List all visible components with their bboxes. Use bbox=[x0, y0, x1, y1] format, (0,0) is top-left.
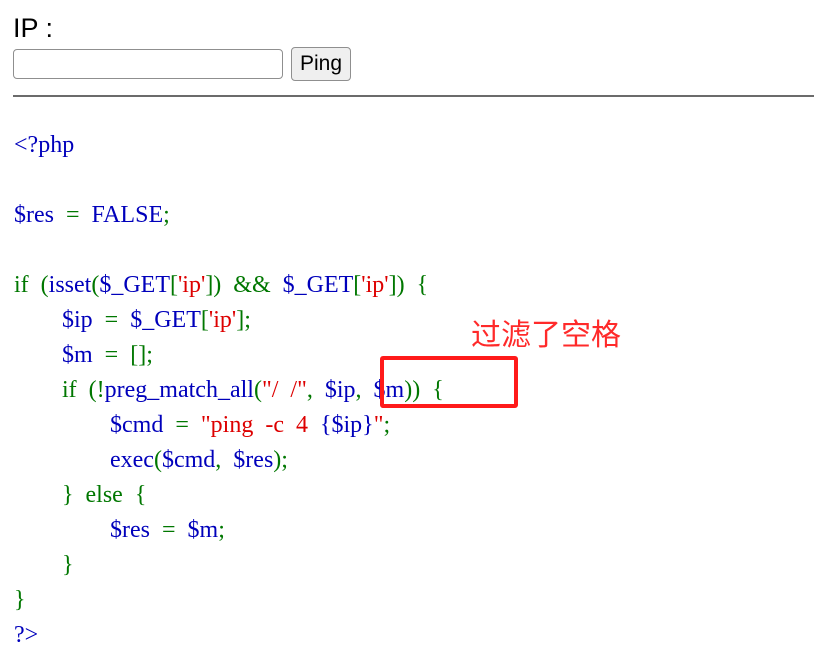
code-token: $cmd bbox=[110, 412, 164, 438]
code-token: " bbox=[373, 412, 384, 438]
code-token: ); bbox=[273, 447, 288, 473]
code-line: <?php bbox=[14, 128, 444, 163]
code-token: 'ip' bbox=[361, 272, 389, 298]
code-token: $cmd bbox=[161, 447, 216, 473]
code-token: , bbox=[306, 377, 325, 403]
code-token: preg_match_all bbox=[104, 377, 254, 403]
code-token: $res bbox=[233, 447, 274, 473]
code-token: , bbox=[215, 447, 234, 473]
code-line: } bbox=[14, 583, 444, 618]
code-token: "/ /" bbox=[261, 377, 307, 403]
code-token: if ( bbox=[14, 272, 49, 298]
code-token: = bbox=[53, 202, 92, 228]
code-token: isset bbox=[48, 272, 92, 298]
code-line: $res = $m; bbox=[14, 513, 444, 548]
code-token: $_GET bbox=[282, 272, 354, 298]
code-token: if (! bbox=[14, 377, 105, 403]
code-line: exec($cmd, $res); bbox=[14, 443, 444, 478]
horizontal-divider bbox=[13, 95, 814, 97]
code-token: [ bbox=[169, 272, 178, 298]
code-token: $res bbox=[110, 517, 150, 543]
code-line: $ip = $_GET['ip']; bbox=[14, 303, 444, 338]
ip-label: IP : bbox=[13, 13, 54, 43]
code-token: = []; bbox=[92, 342, 153, 368]
code-token: exec bbox=[110, 447, 154, 473]
ip-input[interactable] bbox=[13, 49, 283, 79]
code-token: $ip bbox=[324, 377, 356, 403]
code-token: 'ip' bbox=[208, 307, 237, 333]
code-token: ]) && bbox=[205, 272, 283, 298]
ip-input-row: Ping bbox=[13, 47, 814, 81]
ping-form: IP : Ping bbox=[13, 10, 814, 81]
code-line: } else { bbox=[14, 478, 444, 513]
annotation-text: 过滤了空格 bbox=[471, 318, 621, 353]
code-token: {$ip} bbox=[319, 412, 374, 438]
code-token: ]) { bbox=[388, 272, 429, 298]
code-token: $m bbox=[187, 517, 219, 543]
code-token: $ip bbox=[62, 307, 93, 333]
annotation-highlight-box bbox=[380, 356, 518, 408]
code-token: ; bbox=[383, 412, 391, 438]
code-token: FALSE bbox=[91, 202, 164, 228]
code-token: 'ip' bbox=[177, 272, 206, 298]
code-line: ?> bbox=[14, 618, 444, 653]
code-token: = bbox=[163, 412, 201, 438]
code-token: $m bbox=[62, 342, 93, 368]
code-token: [ bbox=[200, 307, 209, 333]
code-token: ; bbox=[163, 202, 170, 228]
code-line: $cmd = "ping -c 4 {$ip}"; bbox=[14, 408, 444, 443]
code-token: ; bbox=[218, 517, 225, 543]
ping-button[interactable]: Ping bbox=[291, 47, 351, 81]
code-token: , bbox=[355, 377, 374, 403]
code-token: $_GET bbox=[99, 272, 170, 298]
code-token: ?> bbox=[14, 622, 39, 648]
code-token: $res bbox=[14, 202, 54, 228]
code-token: ( bbox=[153, 447, 162, 473]
code-token: } bbox=[14, 587, 26, 613]
code-token: } bbox=[14, 552, 74, 578]
code-line: } bbox=[14, 548, 444, 583]
code-line: $res = FALSE; bbox=[14, 198, 444, 233]
code-token: = bbox=[149, 517, 188, 543]
code-line: if (isset($_GET['ip']) && $_GET['ip']) { bbox=[14, 268, 444, 303]
code-token: ]; bbox=[236, 307, 251, 333]
code-token: $_GET bbox=[130, 307, 201, 333]
code-token: "ping -c 4 bbox=[200, 412, 320, 438]
code-token: } else { bbox=[14, 482, 147, 508]
code-token: = bbox=[92, 307, 131, 333]
code-token: ( bbox=[253, 377, 262, 403]
code-token: <?php bbox=[14, 132, 75, 158]
